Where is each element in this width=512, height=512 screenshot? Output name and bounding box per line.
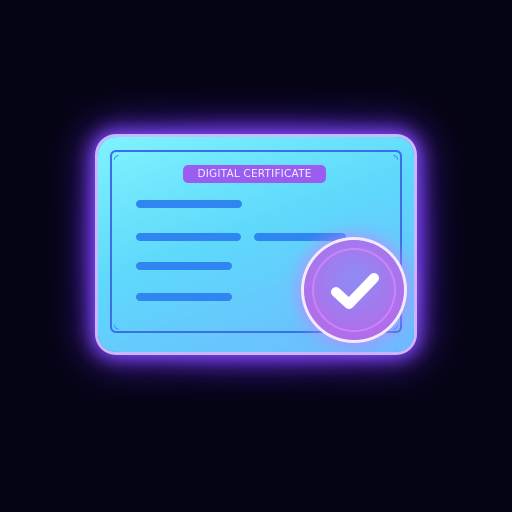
- corner-ornament-icon: ◟: [114, 317, 119, 331]
- corner-ornament-icon: ◜: [114, 152, 119, 166]
- certificate-title: DIGITAL CERTIFICATE: [183, 165, 326, 183]
- text-line: [136, 293, 232, 301]
- text-line: [136, 262, 232, 270]
- checkmark-icon: [331, 273, 379, 309]
- text-line: [136, 233, 241, 241]
- text-line: [136, 200, 242, 208]
- corner-ornament-icon: ◝: [393, 152, 398, 166]
- verified-badge: [304, 240, 404, 340]
